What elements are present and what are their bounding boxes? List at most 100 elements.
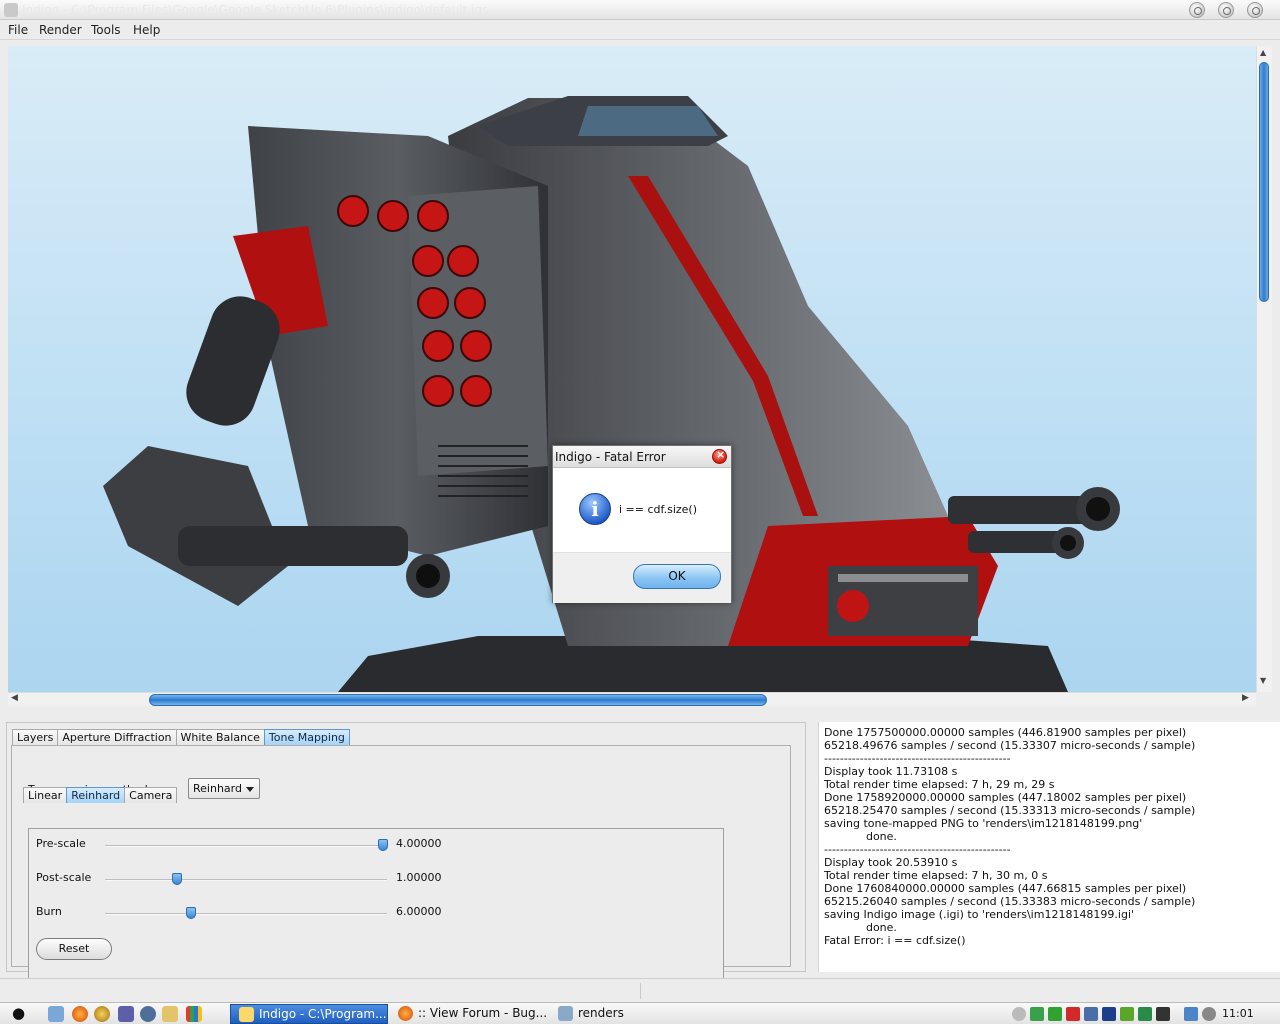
spades-icon[interactable]: [140, 1006, 156, 1022]
log-line: Total render time elapsed: 7 h, 29 m, 29…: [824, 778, 1055, 791]
tab-linear[interactable]: Linear: [23, 787, 68, 803]
scroll-left-icon[interactable]: ◀: [11, 693, 18, 703]
menu-render[interactable]: Render: [39, 23, 82, 37]
tray-b-icon[interactable]: [1102, 1007, 1116, 1021]
tray-network-icon[interactable]: [1184, 1007, 1198, 1021]
log-line: saving Indigo image (.igi) to 'renders\i…: [824, 908, 1135, 921]
postscale-value: 1.00000: [396, 871, 442, 884]
burn-track[interactable]: [105, 913, 387, 915]
app-quicklaunch-icon[interactable]: [118, 1006, 134, 1022]
folder-icon[interactable]: [162, 1006, 178, 1022]
tray-app-icon[interactable]: [1012, 1007, 1026, 1021]
explorer-icon[interactable]: [48, 1006, 64, 1022]
menu-file[interactable]: File: [8, 23, 28, 37]
tray-sync-icon[interactable]: [1030, 1007, 1044, 1021]
dialog-button-area: OK: [553, 552, 731, 603]
main-tab-bar: Layers Aperture Diffraction White Balanc…: [12, 729, 350, 745]
menu-tools[interactable]: Tools: [91, 23, 121, 37]
scroll-down-icon[interactable]: ▼: [1260, 676, 1266, 685]
tray-play-icon[interactable]: [1048, 1007, 1062, 1021]
log-line: saving tone-mapped PNG to 'renders\im121…: [824, 817, 1143, 830]
firefox-icon[interactable]: [72, 1006, 88, 1022]
reset-button[interactable]: Reset: [36, 938, 112, 960]
apple-start-icon[interactable]: ●: [12, 1004, 28, 1022]
task-forum-label: :: View Forum - Bug...: [418, 1006, 548, 1020]
prescale-slider-handle[interactable]: [378, 839, 388, 851]
status-bar: [0, 978, 1280, 1002]
horizontal-scroll-thumb[interactable]: [149, 694, 767, 706]
tone-mapping-page: Tonemapping method Reinhard Pre-scale 4.…: [11, 745, 791, 988]
tonemapping-method-select[interactable]: Reinhard: [188, 778, 260, 799]
tray-monitor-icon[interactable]: [1084, 1007, 1098, 1021]
postscale-track[interactable]: [105, 879, 387, 881]
dialog-title-bar: Indigo - Fatal Error: [553, 446, 731, 468]
log-line: Fatal Error: i == cdf.size(): [824, 934, 966, 947]
dialog-title: Indigo - Fatal Error: [555, 450, 666, 464]
picasa-icon[interactable]: [186, 1006, 202, 1022]
vertical-scroll-thumb[interactable]: [1259, 62, 1269, 302]
tab-white-balance[interactable]: White Balance: [175, 729, 265, 745]
tonemapping-method-value: Reinhard: [193, 782, 242, 795]
folder-task-icon: [558, 1006, 573, 1021]
log-line: Done 1757500000.00000 samples (446.81900…: [824, 726, 1187, 739]
log-line: ----------------------------------------…: [824, 752, 1011, 765]
reinhard-settings-box: Pre-scale 4.00000 Post-scale 1.00000 Bur…: [28, 828, 724, 988]
task-forum[interactable]: :: View Forum - Bug...: [390, 1004, 548, 1024]
close-window-button[interactable]: [1247, 2, 1263, 18]
tray-display-icon[interactable]: [1156, 1007, 1170, 1021]
vertical-scrollbar[interactable]: ▲ ▼: [1256, 46, 1272, 692]
prescale-value: 4.00000: [396, 837, 442, 850]
info-icon: i: [579, 493, 611, 525]
log-line: done.: [824, 830, 897, 843]
log-line: done.: [824, 921, 897, 934]
minimize-button[interactable]: [1189, 2, 1205, 18]
render-log[interactable]: Done 1757500000.00000 samples (446.81900…: [818, 722, 1280, 972]
tab-aperture-diffraction[interactable]: Aperture Diffraction: [57, 729, 177, 745]
dialog-message: i == cdf.size(): [619, 503, 697, 516]
prescale-track[interactable]: [105, 845, 387, 847]
task-indigo-label: Indigo - C:\Program...: [259, 1007, 387, 1021]
task-indigo[interactable]: Indigo - C:\Program...: [230, 1004, 388, 1024]
taskbar-clock: 11:01: [1222, 1007, 1254, 1020]
winamp-icon[interactable]: [94, 1006, 110, 1022]
log-line: ----------------------------------------…: [824, 843, 1011, 856]
task-renders[interactable]: renders: [550, 1004, 670, 1024]
tab-tone-mapping[interactable]: Tone Mapping: [263, 729, 350, 745]
tonemap-type-tab-bar: Linear Reinhard Camera: [23, 787, 178, 803]
maximize-button[interactable]: [1218, 2, 1234, 18]
menu-help[interactable]: Help: [133, 23, 160, 37]
log-line: Done 1760840000.00000 samples (447.66815…: [824, 882, 1187, 895]
tab-camera[interactable]: Camera: [124, 787, 178, 803]
log-line: Display took 20.53910 s: [824, 856, 958, 869]
slider-row-burn: Burn 6.00000: [29, 905, 719, 925]
log-line: 65215.26040 samples / second (15.33383 m…: [824, 895, 1196, 908]
scroll-up-icon[interactable]: ▲: [1260, 48, 1266, 57]
tab-layers[interactable]: Layers: [12, 729, 59, 745]
firefox-task-icon: [398, 1006, 413, 1021]
log-line: Done 1758920000.00000 samples (447.18002…: [824, 791, 1187, 804]
horizontal-scrollbar[interactable]: ◀ ▶: [8, 692, 1256, 706]
taskbar: ● Indigo - C:\Program... :: View Forum -…: [0, 1002, 1280, 1024]
fatal-error-dialog: Indigo - Fatal Error i i == cdf.size() O…: [552, 445, 732, 603]
slider-row-postscale: Post-scale 1.00000: [29, 871, 719, 891]
tab-reinhard[interactable]: Reinhard: [66, 787, 126, 803]
scroll-right-icon[interactable]: ▶: [1242, 693, 1249, 703]
slider-row-prescale: Pre-scale 4.00000: [29, 837, 719, 857]
log-line: Total render time elapsed: 7 h, 30 m, 0 …: [824, 869, 1048, 882]
burn-label: Burn: [36, 905, 62, 918]
ok-button[interactable]: OK: [633, 564, 721, 589]
burn-slider-handle[interactable]: [186, 907, 197, 919]
task-renders-label: renders: [578, 1006, 624, 1020]
postscale-slider-handle[interactable]: [172, 873, 183, 885]
burn-value: 6.00000: [396, 905, 442, 918]
tray-volume-icon[interactable]: [1202, 1007, 1216, 1021]
log-line: 65218.49676 samples / second (15.33307 m…: [824, 739, 1196, 752]
tray-close-icon[interactable]: [1066, 1007, 1080, 1021]
log-line: 65218.25470 samples / second (15.33313 m…: [824, 804, 1196, 817]
postscale-label: Post-scale: [36, 871, 92, 884]
tray-y-icon[interactable]: [1120, 1007, 1134, 1021]
dialog-close-icon[interactable]: [712, 448, 727, 464]
prescale-label: Pre-scale: [36, 837, 86, 850]
tray-shield-icon[interactable]: [1138, 1007, 1152, 1021]
title-bar: Indigo - C:\Program Files\Google\Google …: [0, 0, 1280, 20]
